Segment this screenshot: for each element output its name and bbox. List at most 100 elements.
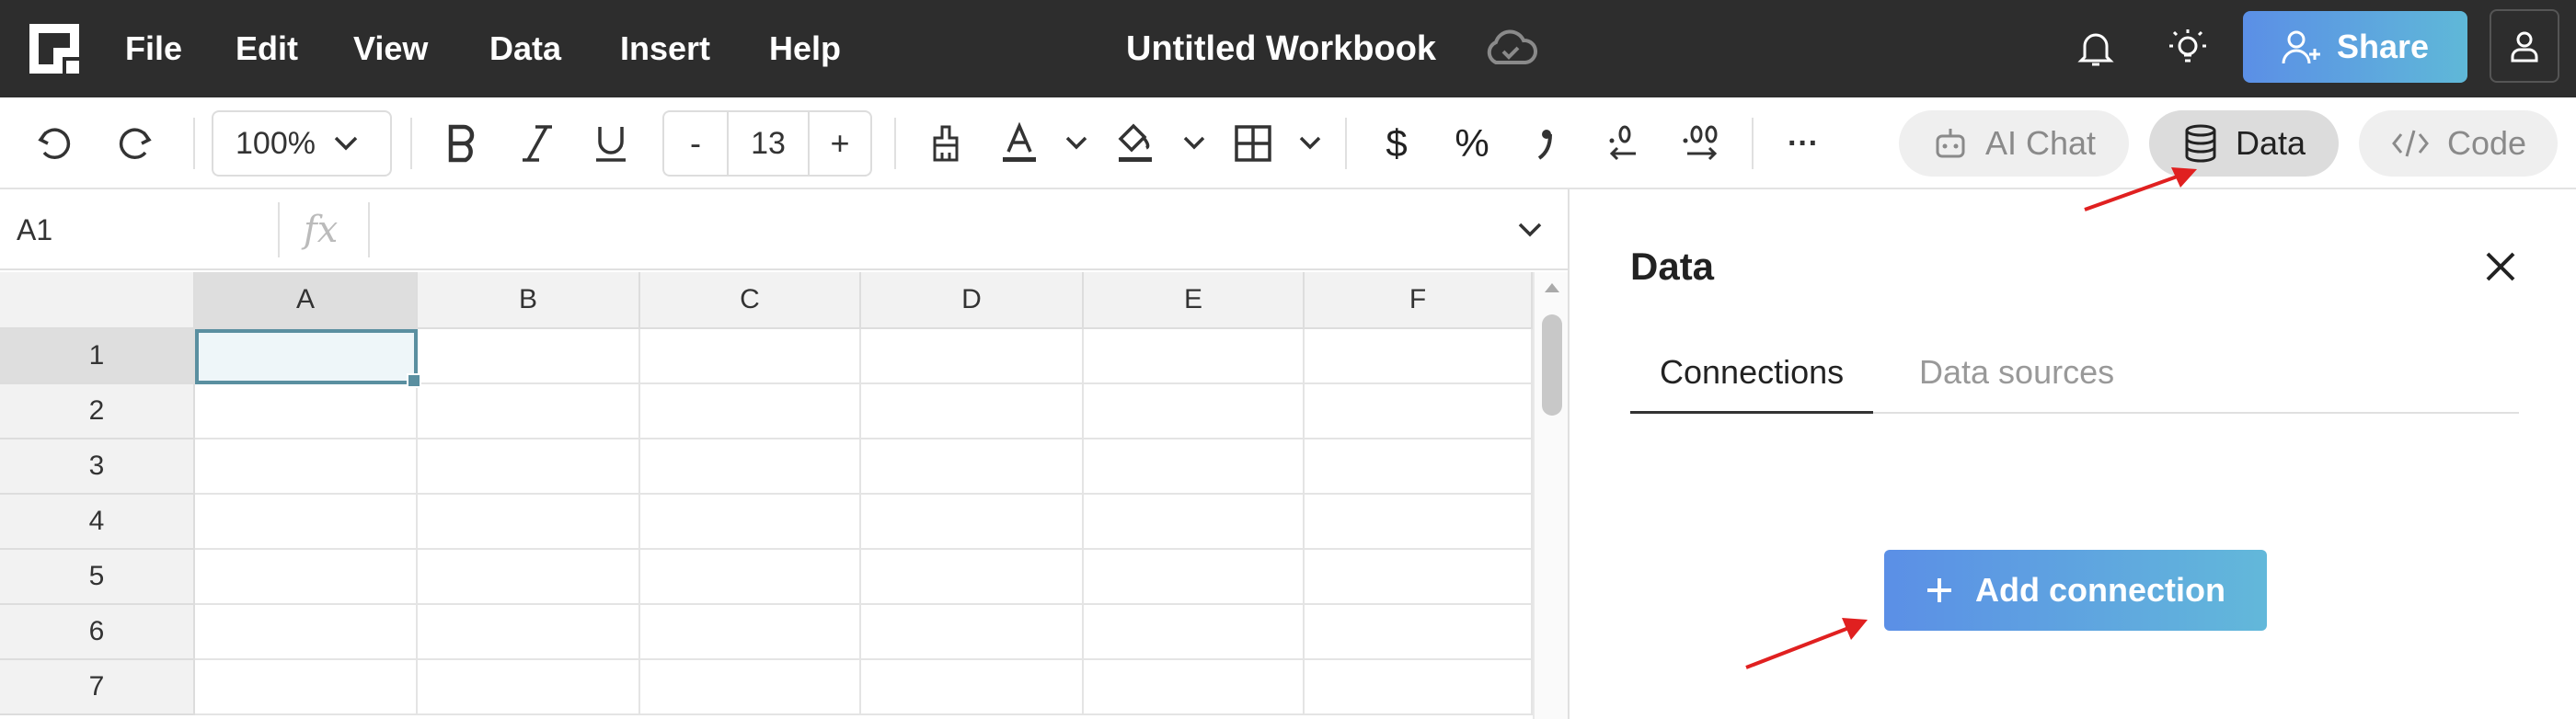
grid-cell[interactable]: [1084, 605, 1305, 660]
grid-cell[interactable]: [640, 495, 861, 550]
row-header[interactable]: 7: [0, 660, 195, 715]
grid-cell[interactable]: [1084, 550, 1305, 605]
row-header[interactable]: 6: [0, 605, 195, 660]
grid-cell[interactable]: [640, 329, 861, 384]
selected-cell[interactable]: [195, 329, 418, 384]
grid-cell[interactable]: [418, 550, 640, 605]
decrease-font-button[interactable]: -: [664, 112, 729, 175]
grid-cell[interactable]: [861, 384, 1084, 439]
grid-cell[interactable]: [195, 605, 418, 660]
grid-cell[interactable]: [1084, 495, 1305, 550]
grid-cell[interactable]: [1305, 495, 1533, 550]
grid-cell[interactable]: [861, 605, 1084, 660]
row-header[interactable]: 3: [0, 439, 195, 495]
formula-input[interactable]: [386, 189, 1490, 270]
column-header[interactable]: F: [1305, 272, 1533, 329]
grid-cell[interactable]: [1084, 660, 1305, 715]
menu-help[interactable]: Help: [769, 0, 841, 97]
menu-data[interactable]: Data: [489, 0, 561, 97]
grid-cell[interactable]: [195, 660, 418, 715]
grid-cell[interactable]: [195, 495, 418, 550]
borders-button[interactable]: [1225, 97, 1281, 189]
share-button[interactable]: Share: [2243, 11, 2467, 83]
grid-cell[interactable]: [195, 550, 418, 605]
chevron-down-icon[interactable]: [1516, 221, 1544, 239]
fill-color-button[interactable]: [1108, 97, 1163, 189]
grid-cell[interactable]: [640, 439, 861, 495]
grid-cell[interactable]: [1084, 439, 1305, 495]
tab-data-sources[interactable]: Data sources: [1919, 353, 2114, 414]
menu-file[interactable]: File: [125, 0, 182, 97]
column-header[interactable]: A: [195, 272, 418, 329]
code-tab[interactable]: Code: [2359, 110, 2558, 177]
select-all-corner[interactable]: [0, 272, 195, 329]
grid-cell[interactable]: [861, 660, 1084, 715]
percent-format-button[interactable]: %: [1444, 97, 1500, 189]
grid-cell[interactable]: [1305, 550, 1533, 605]
grid-cell[interactable]: [418, 439, 640, 495]
scroll-up-icon[interactable]: [1543, 281, 1561, 294]
grid-cell[interactable]: [418, 605, 640, 660]
clear-format-button[interactable]: [918, 97, 973, 189]
grid-cell[interactable]: [861, 329, 1084, 384]
grid-cell[interactable]: [1084, 329, 1305, 384]
fill-color-dropdown[interactable]: [1174, 97, 1214, 189]
grid-cell[interactable]: [640, 660, 861, 715]
grid-cell[interactable]: [418, 495, 640, 550]
redo-button[interactable]: [107, 97, 162, 189]
decrease-decimal-button[interactable]: [1597, 97, 1652, 189]
text-color-dropdown[interactable]: [1056, 97, 1097, 189]
tab-connections[interactable]: Connections: [1630, 353, 1874, 414]
ai-chat-tab[interactable]: AI Chat: [1899, 110, 2129, 177]
grid-cell[interactable]: [861, 550, 1084, 605]
grid-cell[interactable]: [640, 384, 861, 439]
grid-cell[interactable]: [640, 605, 861, 660]
account-button[interactable]: [2490, 9, 2559, 83]
grid-cell[interactable]: [861, 495, 1084, 550]
close-icon[interactable]: [2480, 246, 2521, 287]
undo-button[interactable]: [28, 97, 83, 189]
zoom-select[interactable]: 100%: [212, 110, 392, 177]
grid-cell[interactable]: [1305, 605, 1533, 660]
workbook-title[interactable]: Untitled Workbook: [1126, 0, 1436, 97]
scrollbar-thumb[interactable]: [1542, 314, 1562, 416]
fill-handle[interactable]: [407, 373, 421, 388]
row-header[interactable]: 1: [0, 329, 195, 384]
grid-cell[interactable]: [1305, 660, 1533, 715]
grid-cell[interactable]: [1084, 384, 1305, 439]
grid-cell[interactable]: [1305, 384, 1533, 439]
column-header[interactable]: C: [640, 272, 861, 329]
grid-cell[interactable]: [195, 384, 418, 439]
grid-cell[interactable]: [418, 329, 640, 384]
currency-format-button[interactable]: $: [1369, 97, 1424, 189]
grid-cell[interactable]: [1305, 439, 1533, 495]
lightbulb-icon[interactable]: [2166, 26, 2210, 70]
more-options-button[interactable]: ···: [1776, 97, 1831, 189]
font-size-value[interactable]: 13: [729, 112, 808, 175]
increase-font-button[interactable]: +: [808, 112, 870, 175]
grid-cell[interactable]: [418, 660, 640, 715]
menu-edit[interactable]: Edit: [236, 0, 298, 97]
grid-cell[interactable]: [195, 439, 418, 495]
italic-button[interactable]: [510, 97, 565, 189]
underline-button[interactable]: [583, 97, 638, 189]
bell-icon[interactable]: [2076, 28, 2116, 68]
row-header[interactable]: 5: [0, 550, 195, 605]
borders-dropdown[interactable]: [1290, 97, 1330, 189]
column-header[interactable]: E: [1084, 272, 1305, 329]
row-header[interactable]: 2: [0, 384, 195, 439]
comma-format-button[interactable]: [1518, 97, 1573, 189]
text-color-button[interactable]: [992, 97, 1047, 189]
menu-view[interactable]: View: [353, 0, 428, 97]
grid-cell[interactable]: [861, 439, 1084, 495]
menu-insert[interactable]: Insert: [620, 0, 710, 97]
column-header[interactable]: D: [861, 272, 1084, 329]
bold-button[interactable]: [434, 97, 489, 189]
add-connection-button[interactable]: Add connection: [1884, 550, 2267, 631]
increase-decimal-button[interactable]: [1674, 97, 1730, 189]
grid-cell[interactable]: [418, 384, 640, 439]
cell-reference-box[interactable]: A1: [17, 189, 52, 270]
font-size-stepper[interactable]: - 13 +: [662, 110, 872, 177]
vertical-scrollbar[interactable]: [1533, 272, 1568, 719]
grid-cell[interactable]: [1305, 329, 1533, 384]
